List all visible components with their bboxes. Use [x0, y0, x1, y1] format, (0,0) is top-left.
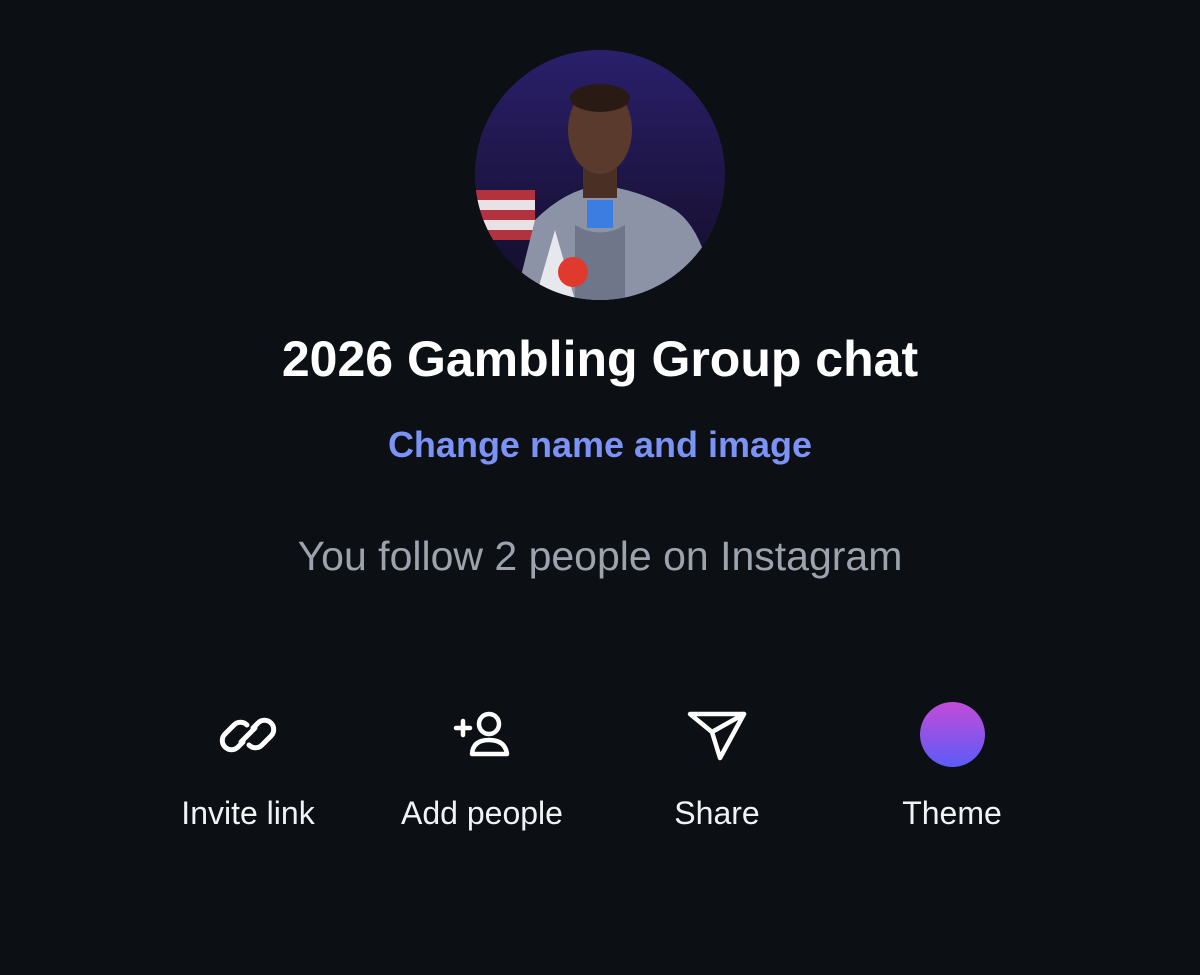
theme-button[interactable]: Theme — [832, 700, 1072, 840]
link-icon — [219, 717, 277, 753]
theme-label: Theme — [902, 795, 1002, 831]
share-button[interactable]: Share — [597, 700, 837, 840]
add-person-icon — [453, 711, 510, 757]
send-icon — [687, 711, 747, 761]
invite-link-label: Invite link — [181, 795, 315, 831]
share-label: Share — [674, 795, 760, 831]
mutual-follow-text: You follow 2 people on Instagram — [297, 533, 903, 579]
avatar-photo — [475, 50, 725, 300]
add-people-label: Add people — [401, 795, 563, 831]
group-chat-details: 2026 Gambling Group chat Change name and… — [0, 0, 1200, 975]
invite-link-button[interactable]: Invite link — [128, 700, 368, 840]
group-avatar[interactable] — [475, 50, 725, 300]
theme-swatch-icon — [920, 702, 985, 767]
add-people-button[interactable]: Add people — [362, 700, 602, 840]
group-name: 2026 Gambling Group chat — [281, 331, 919, 387]
change-name-and-image-link[interactable]: Change name and image — [0, 424, 1200, 466]
